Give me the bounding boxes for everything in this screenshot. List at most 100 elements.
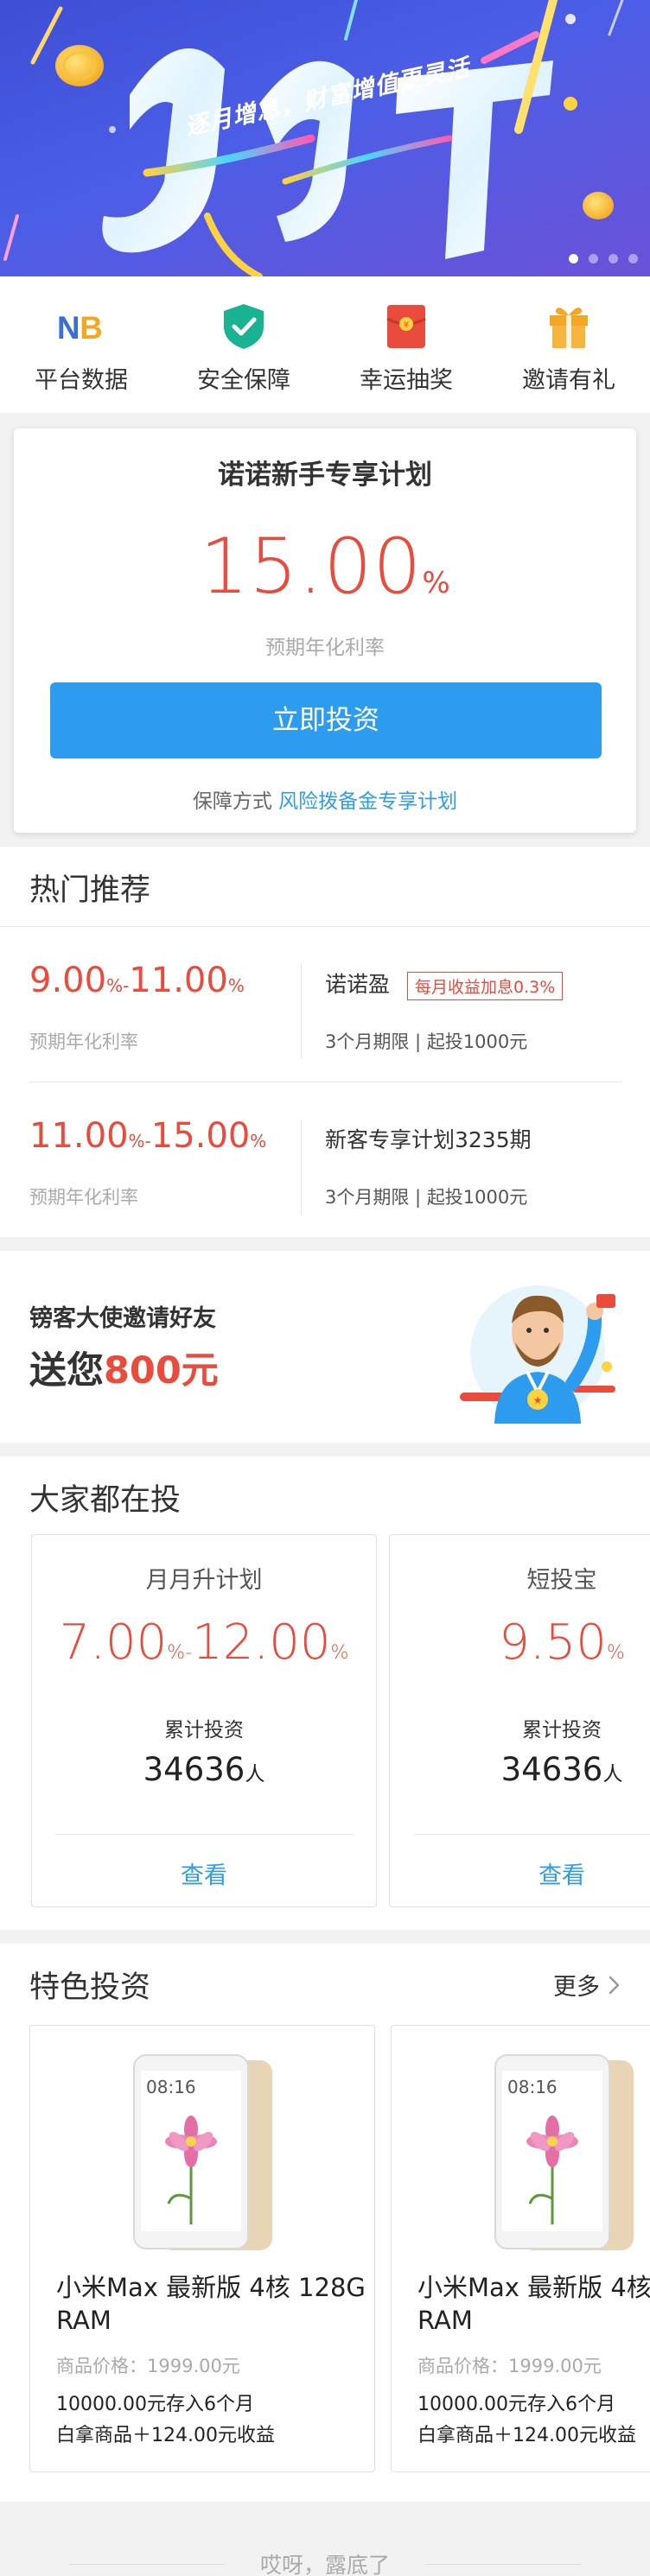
section-title: 特色投资 xyxy=(29,1970,151,2005)
rate-unit: % xyxy=(167,1642,186,1664)
carousel-dot[interactable] xyxy=(609,254,618,263)
count-value: 34636 xyxy=(500,1751,603,1788)
rate-label: 预期年化利率 xyxy=(265,637,385,659)
bonus-tag: 每月收益加息0.3% xyxy=(407,971,564,1000)
quicknav-label: 邀请有礼 xyxy=(522,367,615,394)
cumulative-label: 累计投资 xyxy=(164,1719,244,1742)
section-title: 热门推荐 xyxy=(29,873,151,908)
divider xyxy=(56,1834,354,1835)
more-link[interactable]: 更多 xyxy=(553,1968,621,2002)
product-title: 小米Max 最新版 4核 128G RAM xyxy=(56,2273,366,2335)
product-title: 小米Max 最新版 4核 128G RAM xyxy=(417,2273,650,2335)
hot-item-rate: 9.00%-11.00% xyxy=(29,961,245,1000)
invite-friends-banner[interactable]: 镑客大使邀请好友 送您800元 ★ xyxy=(0,1251,650,1443)
reward-prefix: 送您 xyxy=(29,1349,104,1393)
promo-banner[interactable]: 逐月增息，财富增值更灵活 xyxy=(0,0,650,276)
view-button[interactable]: 查看 xyxy=(32,1856,376,1890)
count-unit: 人 xyxy=(245,1763,265,1786)
guarantee-prefix: 保障方式 xyxy=(192,790,272,813)
banner-artwork xyxy=(3,0,624,276)
popular-investments: 大家都在投 月月升计划 7.00%-12.00% 累计投资 34636人 查看 … xyxy=(0,1456,650,1930)
rate-max: 11.00 xyxy=(129,961,228,1000)
chevron-right-icon xyxy=(609,1976,620,1994)
featured-investments: 特色投资 更多 08:16 小米Max 最新版 4核 128G RAM 商品价格… xyxy=(0,1944,650,2502)
nb-logo-icon: N B xyxy=(57,302,105,351)
hot-recommendations: 热门推荐 9.00%-11.00% 预期年化利率 诺诺盈 每月收益加息0.3% 3… xyxy=(0,847,650,1237)
svg-text:B: B xyxy=(80,310,103,346)
product-rate: 7.00%-12.00% xyxy=(32,1615,376,1671)
gift-icon xyxy=(545,302,593,351)
count-value: 34636 xyxy=(143,1751,245,1788)
quicknav-label: 安全保障 xyxy=(197,367,290,394)
count-unit: 人 xyxy=(602,1763,623,1786)
rate-unit: % xyxy=(422,566,450,600)
popular-product-card[interactable]: 短投宝 9.50% 累计投资 34636人 查看 xyxy=(389,1534,650,1907)
section-title: 大家都在投 xyxy=(29,1483,182,1518)
hot-item[interactable]: 11.00%-15.00% 预期年化利率 新客专享计划3235期 3个月期限 |… xyxy=(0,1082,650,1228)
red-envelope-icon: ¥ xyxy=(382,302,430,351)
deposit-terms: 10000.00元存入6个月 xyxy=(417,2394,615,2415)
quick-nav: N B 平台数据 安全保障 ¥ 幸运抽奖 邀请有礼 xyxy=(0,276,650,413)
featured-product-card[interactable]: 08:16 小米Max 最新版 4核 128G RAM 商品价格：1999.00… xyxy=(391,2025,650,2472)
term: 3个月期限 xyxy=(325,1031,410,1052)
reward-terms: 白拿商品＋124.00元收益 xyxy=(56,2425,275,2446)
quicknav-lucky-draw[interactable]: ¥ 幸运抽奖 xyxy=(325,276,488,413)
min-invest: 起投1000元 xyxy=(426,1031,528,1052)
phone-product-image: 08:16 xyxy=(133,2054,272,2250)
invite-reward: 送您800元 xyxy=(29,1341,219,1394)
product-name: 诺诺盈 xyxy=(325,972,391,997)
investor-count: 34636人 xyxy=(32,1751,376,1788)
rate-min: 11.00 xyxy=(29,1116,129,1156)
rate-label: 预期年化利率 xyxy=(29,1031,138,1052)
svg-text:★: ★ xyxy=(533,1394,543,1406)
rate-unit: % xyxy=(250,1131,267,1152)
newbie-plan-title: 诺诺新手专享计划 xyxy=(218,460,432,491)
quicknav-label: 平台数据 xyxy=(35,367,128,394)
quicknav-platform-data[interactable]: N B 平台数据 xyxy=(0,276,162,413)
quicknav-invite-gift[interactable]: 邀请有礼 xyxy=(488,276,650,413)
quicknav-label: 幸运抽奖 xyxy=(360,367,453,394)
svg-text:N: N xyxy=(57,310,80,346)
list-end-footer: 哎呀，露底了 xyxy=(0,2540,650,2576)
divider xyxy=(414,1834,650,1835)
more-label: 更多 xyxy=(553,1974,600,2001)
carousel-indicator xyxy=(569,254,638,263)
phone-product-image: 08:16 xyxy=(494,2054,634,2250)
carousel-dot[interactable] xyxy=(589,254,598,263)
rate-unit: % xyxy=(330,1642,349,1664)
carousel-dot[interactable] xyxy=(628,254,638,263)
rate-unit: % xyxy=(606,1642,625,1664)
rate-min: 9.00 xyxy=(29,961,107,1000)
invest-now-button[interactable]: 立即投资 xyxy=(50,682,602,758)
invite-headline: 镑客大使邀请好友 xyxy=(29,1305,216,1332)
product-price: 商品价格：1999.00元 xyxy=(417,2356,602,2376)
featured-product-card[interactable]: 08:16 小米Max 最新版 4核 128G RAM 商品价格：1999.00… xyxy=(29,2025,375,2472)
reward-amount: 800元 xyxy=(104,1349,219,1393)
hot-item-rate: 11.00%-15.00% xyxy=(29,1116,266,1156)
min-invest: 起投1000元 xyxy=(426,1187,528,1208)
rate-sep: - xyxy=(144,1131,151,1152)
view-button[interactable]: 查看 xyxy=(390,1856,650,1890)
popular-product-card[interactable]: 月月升计划 7.00%-12.00% 累计投资 34636人 查看 xyxy=(31,1534,377,1907)
newbie-plan-card[interactable]: 诺诺新手专享计划 15.00% 预期年化利率 立即投资 保障方式 风险拨备金专享… xyxy=(14,428,636,833)
product-price: 商品价格：1999.00元 xyxy=(56,2356,240,2376)
product-rate: 9.50% xyxy=(390,1615,650,1671)
quicknav-security[interactable]: 安全保障 xyxy=(162,276,325,413)
rate-label: 预期年化利率 xyxy=(29,1187,138,1208)
product-name: 新客专享计划3235期 xyxy=(325,1127,532,1152)
hot-item-meta: 3个月期限 | 起投1000元 xyxy=(325,1187,528,1208)
hot-item[interactable]: 9.00%-11.00% 预期年化利率 诺诺盈 每月收益加息0.3% 3个月期限 … xyxy=(0,926,650,1073)
rate-unit: % xyxy=(227,975,245,996)
end-of-list-text: 哎呀，露底了 xyxy=(259,2553,390,2576)
term: 3个月期限 xyxy=(325,1187,410,1208)
carousel-dot-active[interactable] xyxy=(569,254,578,263)
rate-sep: - xyxy=(185,1642,193,1664)
guarantee-link[interactable]: 风险拨备金专享计划 xyxy=(278,790,457,813)
rate-max: 15.00 xyxy=(150,1116,251,1156)
rate-min: 7.00 xyxy=(59,1615,168,1671)
rate-unit: % xyxy=(128,1131,145,1152)
investor-count: 34636人 xyxy=(390,1751,650,1788)
rate-unit: % xyxy=(106,975,124,996)
product-name: 短投宝 xyxy=(526,1567,597,1594)
deposit-terms: 10000.00元存入6个月 xyxy=(56,2394,254,2415)
